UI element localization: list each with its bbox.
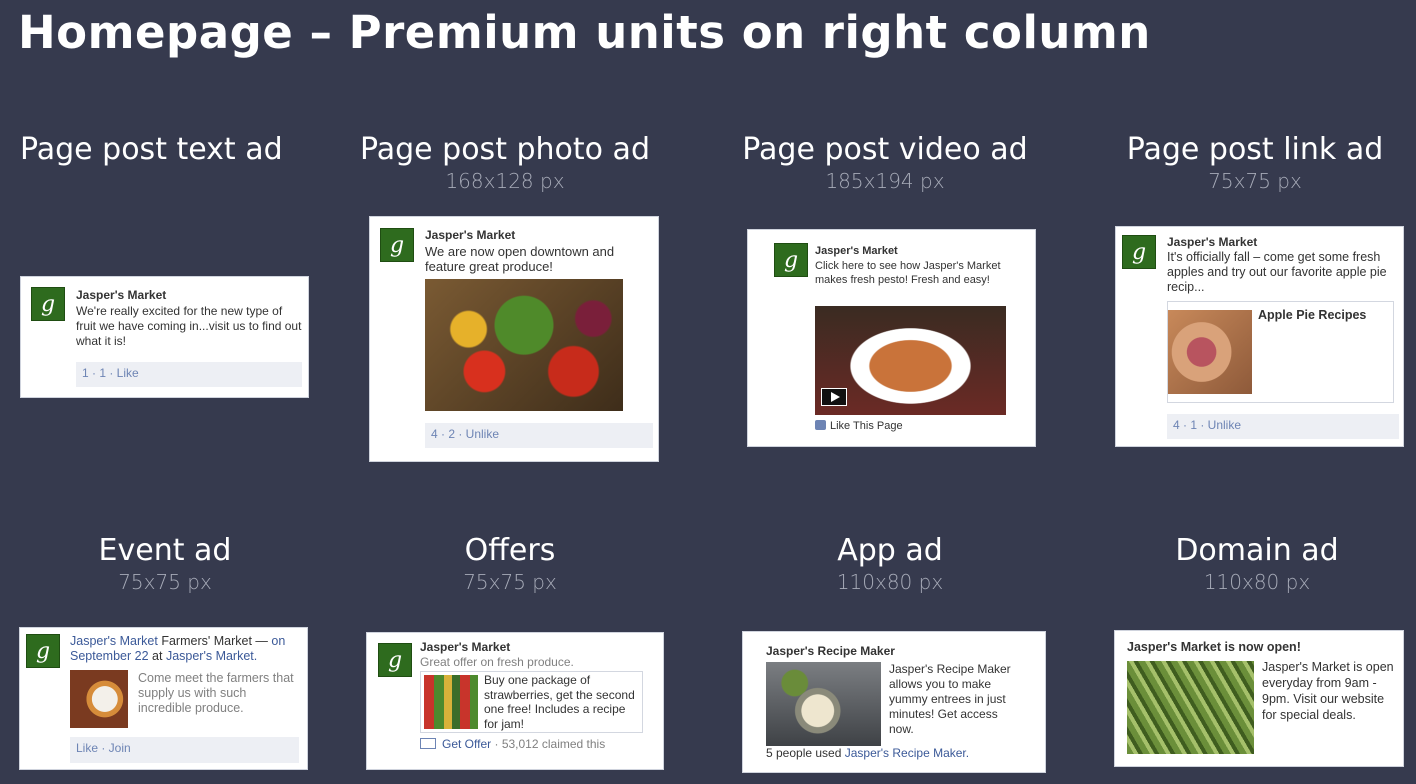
label-event-ad-size: 75x75 px	[118, 570, 212, 594]
logo-letter: g	[389, 232, 405, 258]
event-venue-label: Jasper's Market	[165, 649, 254, 663]
text-ad-social[interactable]: 1 · 1 · Like	[76, 362, 302, 387]
offer-ad-card[interactable]: g Jasper's Market Great offer on fresh p…	[366, 632, 664, 770]
label-text-ad: Page post text ad	[20, 132, 283, 167]
jaspers-market-logo[interactable]: g	[774, 243, 808, 277]
brand-link[interactable]: Jasper's Market	[425, 228, 515, 243]
label-app-ad: App ad 110x80 px	[790, 533, 990, 594]
event-ad-card[interactable]: g Jasper's Market Farmers' Market — on S…	[19, 627, 308, 770]
event-name: Farmers' Market —	[161, 634, 268, 648]
app-usage-name: Jasper's Recipe Maker	[844, 746, 966, 760]
label-link-ad-name: Page post link ad	[1126, 132, 1384, 167]
link-title[interactable]: Apple Pie Recipes	[1258, 308, 1366, 323]
asparagus-photo[interactable]	[1127, 661, 1254, 754]
brand-link[interactable]: Jasper's Market	[70, 634, 158, 648]
label-event-ad-name: Event ad	[98, 533, 232, 568]
like-page-link[interactable]: Like This Page	[815, 419, 903, 434]
event-ad-header: Jasper's Market Farmers' Market — on Sep…	[70, 634, 305, 664]
jaspers-market-logo[interactable]: g	[26, 634, 60, 668]
domain-ad-body: Jasper's Market is open everyday from 9a…	[1262, 660, 1394, 722]
link-preview[interactable]: Apple Pie Recipes	[1167, 301, 1394, 403]
video-ad-body: Click here to see how Jasper's Market ma…	[815, 260, 1001, 286]
offer-text[interactable]: Buy one package of strawberries, get the…	[484, 673, 642, 731]
brand-link[interactable]: Jasper's Market	[1167, 235, 1257, 250]
logo-letter: g	[40, 291, 56, 317]
event-ad-social[interactable]: Like · Join	[70, 737, 299, 763]
logo-letter: g	[783, 247, 799, 273]
domain-headline-link[interactable]: Jasper's Market is now open!	[1127, 640, 1301, 655]
label-photo-ad-name: Page post photo ad	[360, 132, 650, 167]
offer-footer: Get Offer · 53,012 claimed this	[420, 737, 605, 752]
label-domain-ad-size: 110x80 px	[1203, 570, 1311, 594]
app-name-link[interactable]: Jasper's Recipe Maker	[766, 644, 895, 659]
label-offers-size: 75x75 px	[463, 570, 557, 594]
link-ad-body: It's officially fall – come get some fre…	[1167, 250, 1387, 294]
apple-pie-photo	[1168, 310, 1252, 394]
logo-letter: g	[35, 638, 51, 664]
app-ad-card[interactable]: Jasper's Recipe Maker Jasper's Recipe Ma…	[742, 631, 1046, 773]
text-ad-card[interactable]: g Jasper's Market We're really excited f…	[20, 276, 309, 398]
video-ad-card[interactable]: g Jasper's Market Click here to see how …	[747, 229, 1036, 447]
logo-letter: g	[1131, 239, 1147, 265]
strawberries-photo	[424, 675, 478, 729]
page-title: Homepage – Premium units on right column	[18, 6, 1151, 59]
photo-ad-card[interactable]: g Jasper's Market We are now open downto…	[369, 216, 659, 462]
label-event-ad: Event ad 75x75 px	[60, 533, 270, 594]
thumbs-up-icon	[815, 420, 826, 430]
app-usage-link[interactable]: Jasper's Recipe Maker.	[845, 746, 969, 760]
label-app-ad-size: 110x80 px	[836, 570, 944, 594]
logo-letter: g	[387, 647, 403, 673]
get-offer-link[interactable]: Get Offer	[442, 737, 491, 751]
app-ad-body: Jasper's Recipe Maker allows you to make…	[889, 662, 1011, 736]
brand-link[interactable]: Jasper's Market	[420, 640, 510, 655]
offer-box[interactable]: Buy one package of strawberries, get the…	[420, 671, 643, 733]
label-link-ad: Page post link ad 75x75 px	[1120, 132, 1390, 193]
jaspers-market-logo[interactable]: g	[378, 643, 412, 677]
event-venue-link[interactable]: Jasper's Market.	[166, 649, 257, 663]
jaspers-market-logo[interactable]: g	[1122, 235, 1156, 269]
label-text-ad-name: Page post text ad	[20, 132, 283, 167]
link-ad-social[interactable]: 4 · 1 · Unlike	[1167, 414, 1399, 439]
label-offers: Offers 75x75 px	[410, 533, 610, 594]
jaspers-market-logo[interactable]: g	[380, 228, 414, 262]
event-photo	[70, 670, 128, 728]
domain-ad-card[interactable]: Jasper's Market is now open! Jasper's Ma…	[1114, 630, 1404, 767]
label-link-ad-size: 75x75 px	[1208, 169, 1302, 193]
jaspers-market-logo[interactable]: g	[31, 287, 65, 321]
play-icon[interactable]	[821, 388, 847, 406]
produce-photo[interactable]	[425, 279, 623, 411]
label-domain-ad: Domain ad 110x80 px	[1157, 533, 1357, 594]
label-video-ad-name: Page post video ad	[742, 132, 1028, 167]
brand-link[interactable]: Jasper's Market	[76, 288, 166, 303]
text-ad-body: We're really excited for the new type of…	[76, 304, 302, 348]
label-app-ad-name: App ad	[837, 533, 943, 568]
app-usage-prefix: 5 people used	[766, 746, 842, 760]
like-page-label: Like This Page	[830, 420, 903, 432]
link-ad-card[interactable]: g Jasper's Market It's officially fall –…	[1115, 226, 1404, 447]
photo-ad-social[interactable]: 4 · 2 · Unlike	[425, 423, 653, 448]
event-ad-body: Come meet the farmers that supply us wit…	[138, 671, 294, 715]
photo-ad-body: We are now open downtown and feature gre…	[425, 244, 615, 274]
label-video-ad-size: 185x194 px	[825, 169, 945, 193]
envelope-icon	[420, 738, 436, 749]
offer-claimed: · 53,012 claimed this	[494, 737, 606, 751]
offer-subtitle: Great offer on fresh produce.	[420, 655, 574, 669]
app-photo[interactable]	[766, 662, 881, 746]
label-photo-ad: Page post photo ad 168x128 px	[360, 132, 650, 193]
label-domain-ad-name: Domain ad	[1175, 533, 1339, 568]
label-offers-name: Offers	[464, 533, 556, 568]
event-at: at	[152, 649, 163, 663]
brand-link[interactable]: Jasper's Market	[815, 244, 898, 259]
label-video-ad: Page post video ad 185x194 px	[740, 132, 1030, 193]
label-photo-ad-size: 168x128 px	[445, 169, 565, 193]
app-usage: 5 people used Jasper's Recipe Maker.	[766, 746, 969, 761]
